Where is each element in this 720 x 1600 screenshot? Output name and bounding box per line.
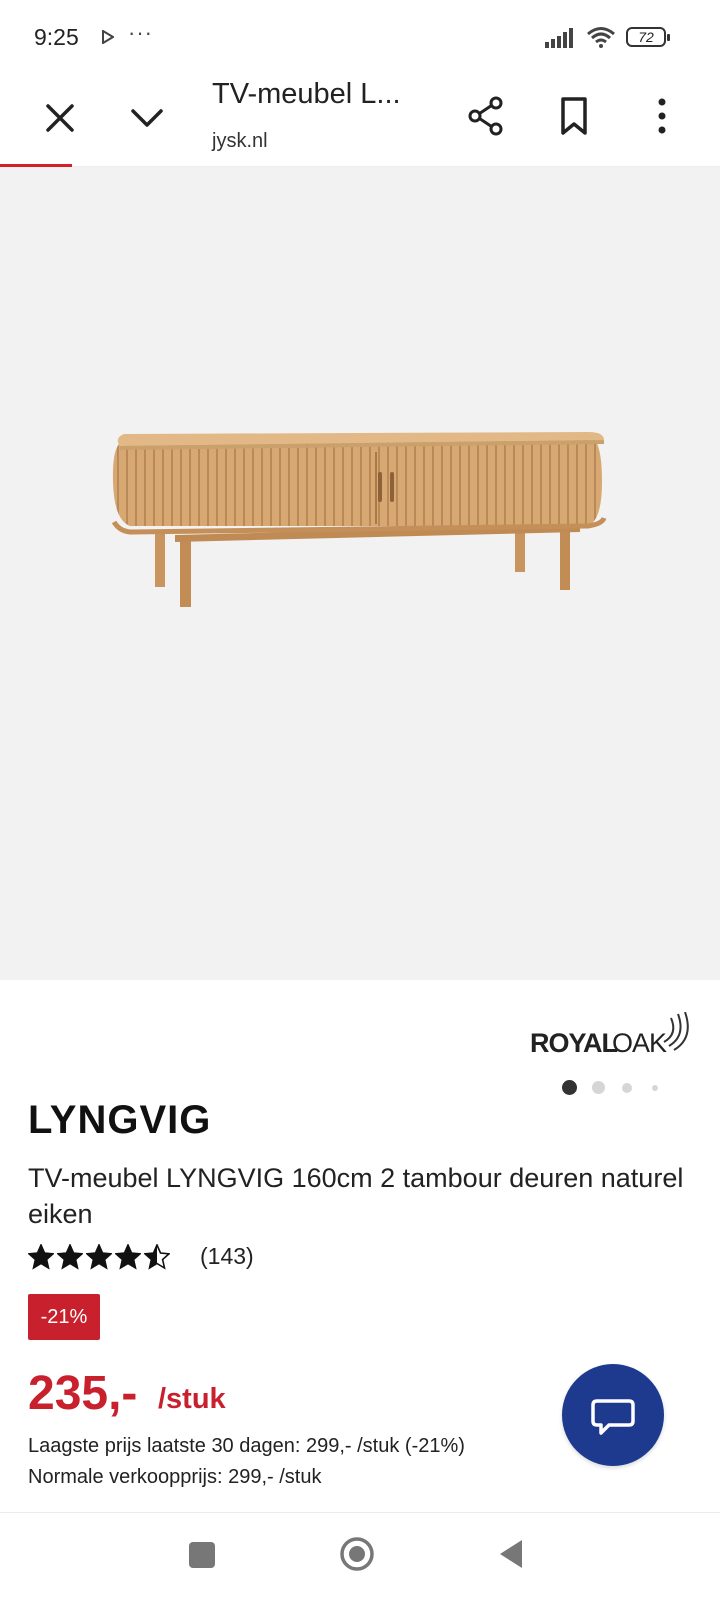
status-bar: 9:25 ··· 72 (0, 0, 720, 78)
browser-toolbar: TV-meubel L... jysk.nl (0, 78, 720, 166)
carousel-dot[interactable] (592, 1081, 605, 1094)
discount-badge: -21% (28, 1294, 100, 1340)
rating-count[interactable]: (143) (200, 1243, 254, 1270)
wifi-icon (587, 27, 615, 48)
normal-price-note: Normale verkoopprijs: 299,- /stuk (28, 1466, 322, 1488)
tv-cabinet-image (111, 432, 607, 607)
play-icon (102, 30, 114, 44)
share-icon (468, 96, 503, 136)
share-button[interactable] (464, 94, 508, 138)
battery-indicator: 72 (626, 27, 670, 47)
star-full-icon (86, 1244, 112, 1270)
star-half-icon (144, 1244, 170, 1270)
carousel-dot[interactable] (652, 1084, 658, 1091)
recent-apps-button[interactable] (189, 1542, 215, 1568)
chat-button[interactable] (562, 1364, 664, 1466)
royal-oak-logo: ROYAL OAK (530, 1012, 689, 1058)
status-overflow: ··· (128, 20, 153, 45)
carousel-dot[interactable] (622, 1082, 632, 1093)
star-full-icon (115, 1244, 141, 1270)
price: 235,- (28, 1367, 138, 1420)
close-icon (46, 104, 74, 132)
lowest-price-note: Laagste prijs laatste 30 dagen: 299,- /s… (28, 1435, 465, 1457)
svg-text:OAK: OAK (612, 1028, 667, 1058)
chevron-down-icon (131, 109, 163, 127)
more-options-button[interactable] (640, 94, 684, 138)
page-domain: jysk.nl (212, 130, 268, 152)
star-full-icon (57, 1244, 83, 1270)
bookmark-icon (561, 97, 587, 135)
system-nav-bar (0, 1513, 720, 1600)
rating-stars[interactable] (28, 1244, 170, 1270)
home-button[interactable] (338, 1535, 376, 1573)
price-unit: /stuk (158, 1383, 226, 1415)
carousel-indicator[interactable] (562, 1080, 658, 1095)
star-full-icon (28, 1244, 54, 1270)
signal-icon (545, 28, 573, 48)
product-name: LYNGVIG (28, 1098, 212, 1142)
collapse-button[interactable] (125, 96, 169, 140)
bookmark-button[interactable] (552, 94, 596, 138)
page-title: TV-meubel L... (212, 78, 401, 110)
product-image[interactable] (0, 167, 720, 1095)
svg-text:ROYAL: ROYAL (530, 1028, 618, 1058)
close-button[interactable] (38, 96, 82, 140)
back-button[interactable] (498, 1538, 526, 1570)
carousel-dot[interactable] (562, 1080, 577, 1095)
product-description: TV-meubel LYNGVIG 160cm 2 tambour deuren… (28, 1163, 684, 1229)
chat-bubble-icon (591, 1399, 635, 1435)
more-vert-icon (658, 98, 666, 134)
status-time: 9:25 (34, 24, 79, 50)
